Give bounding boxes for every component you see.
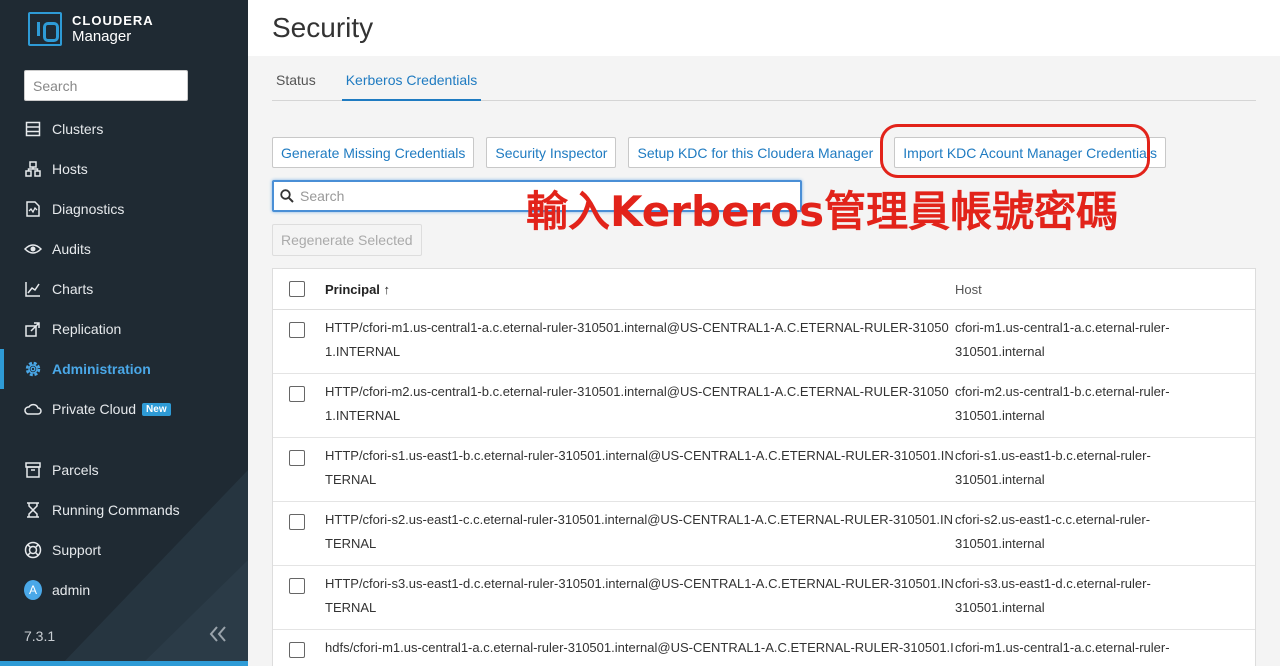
replication-icon [24,320,42,338]
sidebar-item-clusters[interactable]: Clusters [0,109,248,149]
logo-product: Manager [72,28,132,45]
logo-text: CLOUDERA Manager [72,13,154,45]
sidebar-item-label: admin [52,582,91,598]
principal-cell: HTTP/cfori-m2.us-central1-b.c.eternal-ru… [325,384,949,423]
host-cell: cfori-m1.us-central1-a.c.eternal-ruler-3… [955,320,1170,359]
table-row: HTTP/cfori-m2.us-central1-b.c.eternal-ru… [273,374,1255,438]
sidebar-item-admin-user[interactable]: A admin [0,570,248,610]
eye-icon [24,240,42,258]
sidebar-nav: Clusters Hosts Diagnostics Audits Charts [0,109,248,429]
gear-icon [24,360,42,378]
generate-missing-credentials-button[interactable]: Generate Missing Credentials [272,137,475,168]
setup-kdc-button[interactable]: Setup KDC for this Cloudera Manager [628,137,883,168]
sidebar-item-label: Diagnostics [52,201,125,217]
row-checkbox[interactable] [289,322,305,338]
sidebar-item-label: Charts [52,281,94,297]
sidebar-item-label: Parcels [52,462,99,478]
sidebar-item-diagnostics[interactable]: Diagnostics [0,189,248,229]
table-row: HTTP/cfori-s3.us-east1-d.c.eternal-ruler… [273,566,1255,630]
principal-cell: HTTP/cfori-m1.us-central1-a.c.eternal-ru… [325,320,949,359]
security-inspector-button[interactable]: Security Inspector [486,137,617,168]
sidebar-item-running-commands[interactable]: Running Commands [0,490,248,530]
hosts-icon [24,160,42,178]
column-header-host[interactable]: Host [955,282,982,297]
page-header: Security [248,0,1280,56]
sidebar-item-replication[interactable]: Replication [0,309,248,349]
sidebar-item-private-cloud[interactable]: Private Cloud New [0,389,248,429]
sidebar-item-label: Running Commands [52,502,180,518]
annotation-text: 輸入Kerberos管理員帳號密碼 [526,187,1119,236]
sidebar-search-input[interactable] [24,70,188,101]
version-label: 7.3.1 [24,628,56,644]
page-title: Security [272,12,374,43]
sidebar-accent-bar [0,661,248,666]
highlight-annotation-circle [880,124,1150,178]
new-badge: New [142,402,171,416]
table-row: HTTP/cfori-m1.us-central1-a.c.eternal-ru… [273,310,1255,374]
sidebar-item-parcels[interactable]: Parcels [0,450,248,490]
row-checkbox[interactable] [289,514,305,530]
sidebar-item-label: Hosts [52,161,88,177]
logo-brand: CLOUDERA [72,13,154,28]
select-all-checkbox[interactable] [289,281,305,297]
table-header: Principal ↑ Host [273,269,1255,310]
chart-line-icon [24,280,42,298]
double-chevron-left-icon[interactable] [208,624,232,648]
row-checkbox[interactable] [289,450,305,466]
host-cell: cfori-m1.us-central1-a.c.eternal-ruler-3… [955,640,1170,666]
sidebar-item-charts[interactable]: Charts [0,269,248,309]
tab-kerberos-credentials[interactable]: Kerberos Credentials [341,62,482,101]
parcel-icon [24,461,42,479]
sidebar-item-label: Audits [52,241,91,257]
main-content: Security Status Kerberos Credentials Gen… [248,0,1280,666]
diagnostics-icon [24,200,42,218]
cloudera-logo-icon [28,12,62,46]
sidebar-item-label: Support [52,542,102,558]
table-row: HTTP/cfori-s2.us-east1-c.c.eternal-ruler… [273,502,1255,566]
sidebar-item-label: Replication [52,321,122,337]
principal-cell: HTTP/cfori-s1.us-east1-b.c.eternal-ruler… [325,448,954,487]
credentials-table: Principal ↑ Host HTTP/cfori-m1.us-centra… [272,268,1256,666]
column-header-principal[interactable]: Principal ↑ [325,282,955,297]
host-cell: cfori-s1.us-east1-b.c.eternal-ruler-3105… [955,448,1151,487]
sidebar-item-label: Private Cloud [52,401,137,417]
sidebar: CLOUDERA Manager Clusters Hosts Diagnost… [0,0,248,666]
table-row: HTTP/cfori-s1.us-east1-b.c.eternal-ruler… [273,438,1255,502]
sidebar-item-hosts[interactable]: Hosts [0,149,248,189]
tab-bar: Status Kerberos Credentials [272,62,1256,101]
sidebar-item-administration[interactable]: Administration [0,349,248,389]
hourglass-icon [24,501,42,519]
cloudera-logo[interactable]: CLOUDERA Manager [28,12,154,46]
principal-cell: HTTP/cfori-s2.us-east1-c.c.eternal-ruler… [325,512,954,551]
table-row: hdfs/cfori-m1.us-central1-a.c.eternal-ru… [273,630,1255,666]
principal-cell: hdfs/cfori-m1.us-central1-a.c.eternal-ru… [325,640,954,666]
avatar-wrap: A [24,580,42,600]
host-cell: cfori-m2.us-central1-b.c.eternal-ruler-3… [955,384,1170,423]
regenerate-selected-button[interactable]: Regenerate Selected [272,224,422,256]
row-checkbox[interactable] [289,578,305,594]
principal-cell: HTTP/cfori-s3.us-east1-d.c.eternal-ruler… [325,576,954,615]
sidebar-bottom-nav: Parcels Running Commands Support A admin [0,450,248,610]
host-cell: cfori-s2.us-east1-c.c.eternal-ruler-3105… [955,512,1151,551]
avatar: A [24,580,42,600]
row-checkbox[interactable] [289,386,305,402]
tab-status[interactable]: Status [272,62,320,101]
host-cell: cfori-s3.us-east1-d.c.eternal-ruler-3105… [955,576,1151,615]
sidebar-item-support[interactable]: Support [0,530,248,570]
clusters-icon [24,120,42,138]
lifebuoy-icon [24,541,42,559]
sidebar-item-audits[interactable]: Audits [0,229,248,269]
sidebar-item-label: Clusters [52,121,104,137]
sidebar-item-label: Administration [52,361,151,377]
search-icon [280,189,294,203]
row-checkbox[interactable] [289,642,305,658]
cloud-icon [24,400,42,418]
